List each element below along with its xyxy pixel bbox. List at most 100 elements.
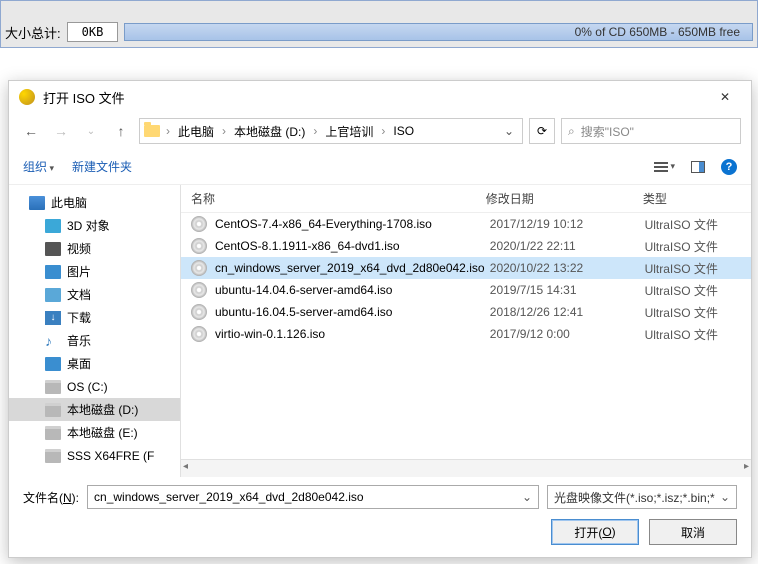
search-input[interactable]: ⌕ 搜索"ISO" [561, 118, 741, 144]
file-date: 2019/7/15 14:31 [490, 283, 645, 297]
file-row[interactable]: CentOS-7.4-x86_64-Everything-1708.iso201… [181, 213, 751, 235]
sidebar-item-label: 文档 [67, 286, 91, 303]
sidebar-item[interactable]: 文档 [9, 283, 180, 306]
refresh-button[interactable]: ⟳ [529, 118, 555, 144]
addressbar-row: ← → ⌄ ↑ › 此电脑 › 本地磁盘 (D:) › 上官培训 › ISO ⌄… [9, 113, 751, 149]
sidebar-item[interactable]: 本地磁盘 (E:) [9, 421, 180, 444]
filename-input[interactable]: cn_windows_server_2019_x64_dvd_2d80e042.… [87, 485, 539, 509]
disc-icon [191, 282, 207, 298]
file-type-filter[interactable]: 光盘映像文件(*.iso;*.isz;*.bin;* [547, 485, 737, 509]
file-name: CentOS-8.1.1911-x86_64-dvd1.iso [215, 239, 490, 253]
file-name: CentOS-7.4-x86_64-Everything-1708.iso [215, 217, 490, 231]
organize-menu[interactable]: 组织 [23, 158, 54, 175]
parent-app-statusbar: 大小总计: 0KB 0% of CD 650MB - 650MB free [0, 0, 758, 48]
close-button[interactable] [709, 85, 741, 109]
sidebar-item[interactable]: 3D 对象 [9, 214, 180, 237]
file-row[interactable]: cn_windows_server_2019_x64_dvd_2d80e042.… [181, 257, 751, 279]
file-name: cn_windows_server_2019_x64_dvd_2d80e042.… [215, 261, 490, 275]
nav-recent-dropdown[interactable]: ⌄ [79, 119, 103, 143]
sidebar-item[interactable]: OS (C:) [9, 375, 180, 398]
preview-pane-button[interactable] [691, 161, 705, 173]
crumb-0[interactable]: 此电脑 [176, 123, 216, 140]
view-mode-button[interactable]: ▾ [654, 160, 675, 174]
sidebar-item[interactable]: 音乐 [9, 329, 180, 352]
ic-drive-icon [45, 380, 61, 394]
nav-forward-button[interactable]: → [49, 119, 73, 143]
disc-usage-bar: 0% of CD 650MB - 650MB free [124, 23, 753, 41]
navigation-sidebar: 此电脑 3D 对象视频图片文档下载音乐桌面OS (C:)本地磁盘 (D:) 本地磁盘… [9, 185, 181, 477]
file-type: UltraISO 文件 [645, 282, 751, 299]
ic-download-icon [45, 311, 61, 325]
file-type: UltraISO 文件 [645, 260, 751, 277]
open-file-dialog: 打开 ISO 文件 ← → ⌄ ↑ › 此电脑 › 本地磁盘 (D:) › 上官… [8, 80, 752, 558]
file-date: 2017/12/19 10:12 [490, 217, 645, 231]
ic-3d-icon [45, 219, 61, 233]
horizontal-scrollbar[interactable] [181, 459, 751, 477]
crumb-3[interactable]: ISO [391, 124, 416, 138]
disc-icon [191, 326, 207, 342]
file-type: UltraISO 文件 [645, 326, 751, 343]
ic-drive-icon [45, 426, 61, 440]
file-type: UltraISO 文件 [645, 238, 751, 255]
address-breadcrumb[interactable]: › 此电脑 › 本地磁盘 (D:) › 上官培训 › ISO ⌄ [139, 118, 523, 144]
sidebar-item-label: SSS X64FRE (F [67, 449, 154, 463]
file-row[interactable]: ubuntu-16.04.5-server-amd64.iso2018/12/2… [181, 301, 751, 323]
nav-up-button[interactable]: ↑ [109, 119, 133, 143]
sidebar-item[interactable]: 图片 [9, 260, 180, 283]
size-total-value: 0KB [67, 22, 119, 42]
sidebar-item-label: 本地磁盘 (E:) [67, 424, 138, 441]
file-name: virtio-win-0.1.126.iso [215, 327, 490, 341]
app-icon [19, 89, 35, 105]
sidebar-item[interactable]: 此电脑 [9, 191, 180, 214]
nav-back-button[interactable]: ← [19, 119, 43, 143]
cancel-button[interactable]: 取消 [649, 519, 737, 545]
ic-pc-icon [29, 196, 45, 210]
new-folder-button[interactable]: 新建文件夹 [72, 158, 132, 175]
folder-icon [144, 125, 160, 137]
crumb-2[interactable]: 上官培训 [323, 123, 375, 140]
sidebar-item[interactable]: 本地磁盘 (D:) [9, 398, 180, 421]
file-list: CentOS-7.4-x86_64-Everything-1708.iso201… [181, 213, 751, 459]
file-date: 2020/1/22 22:11 [490, 239, 645, 253]
file-name: ubuntu-14.04.6-server-amd64.iso [215, 283, 490, 297]
column-name[interactable]: 名称 [191, 190, 486, 207]
file-date: 2020/10/22 13:22 [490, 261, 645, 275]
open-button[interactable]: 打开(O) [551, 519, 639, 545]
filename-label: 文件名(N): [23, 489, 79, 506]
sidebar-item-label: 3D 对象 [67, 217, 110, 234]
file-row[interactable]: virtio-win-0.1.126.iso2017/9/12 0:00Ultr… [181, 323, 751, 345]
dialog-titlebar: 打开 ISO 文件 [9, 81, 751, 113]
disc-icon [191, 238, 207, 254]
disc-icon [191, 216, 207, 232]
column-type[interactable]: 类型 [643, 190, 751, 207]
sidebar-item-label: 下载 [67, 309, 91, 326]
file-date: 2017/9/12 0:00 [490, 327, 645, 341]
column-headers: 名称 修改日期 类型 [181, 185, 751, 213]
crumb-1[interactable]: 本地磁盘 (D:) [232, 123, 307, 140]
ic-image-icon [45, 265, 61, 279]
file-type: UltraISO 文件 [645, 304, 751, 321]
sidebar-item-label: 音乐 [67, 332, 91, 349]
column-date[interactable]: 修改日期 [486, 190, 643, 207]
file-row[interactable]: CentOS-8.1.1911-x86_64-dvd1.iso2020/1/22… [181, 235, 751, 257]
search-icon: ⌕ [568, 124, 575, 139]
sidebar-item[interactable]: SSS X64FRE (F [9, 444, 180, 467]
file-row[interactable]: ubuntu-14.04.6-server-amd64.iso2019/7/15… [181, 279, 751, 301]
ic-video-icon [45, 242, 61, 256]
disc-icon [191, 260, 207, 276]
size-total-label: 大小总计: [5, 23, 61, 42]
sidebar-item[interactable]: 下载 [9, 306, 180, 329]
file-type: UltraISO 文件 [645, 216, 751, 233]
help-button[interactable]: ? [721, 159, 737, 175]
address-dropdown-icon[interactable]: ⌄ [500, 124, 518, 138]
file-name: ubuntu-16.04.5-server-amd64.iso [215, 305, 490, 319]
ic-doc-icon [45, 288, 61, 302]
disc-icon [191, 304, 207, 320]
sidebar-item-label: 图片 [67, 263, 91, 280]
file-date: 2018/12/26 12:41 [490, 305, 645, 319]
sidebar-item[interactable]: 桌面 [9, 352, 180, 375]
ic-drive-icon [45, 449, 61, 463]
sidebar-item[interactable]: 视频 [9, 237, 180, 260]
toolbar: 组织 新建文件夹 ▾ ? [9, 149, 751, 185]
dialog-title: 打开 ISO 文件 [43, 88, 709, 107]
